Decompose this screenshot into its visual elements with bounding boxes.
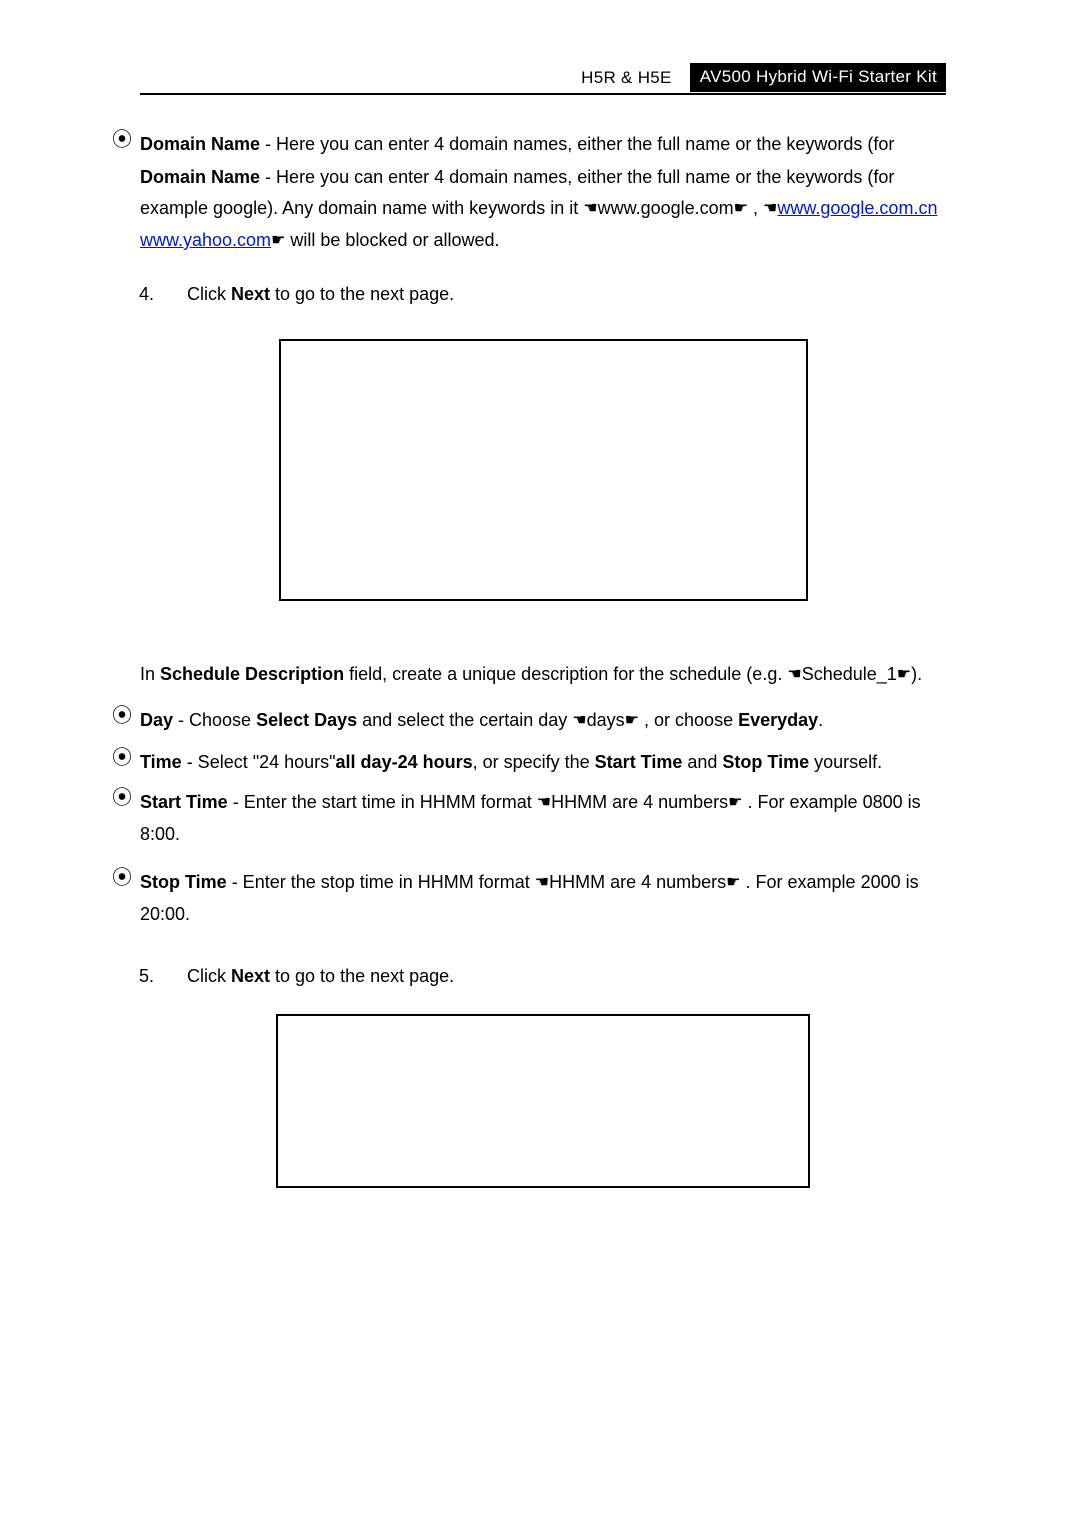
link-www-yahoo-com[interactable]: www.yahoo.com <box>140 230 271 250</box>
link-www-google-com[interactable]: www.google.com.cn <box>777 198 937 218</box>
step-number-5: 5. <box>139 961 154 991</box>
bullet-domain-name-label: Domain Name - Here you can enter 4 domai… <box>140 134 894 154</box>
li-day: Day - Choose Select Days and select the … <box>140 710 823 730</box>
header-model: H5R & H5E <box>581 68 672 92</box>
figure-placeholder-2 <box>276 1014 810 1188</box>
bullet-icon: ⦿ <box>112 129 132 151</box>
li-start-time: Start Time - Enter the start time in HHM… <box>140 792 921 844</box>
step-number-4: 4. <box>139 279 154 309</box>
bullet-domain-name-sentence: Domain Name - Here you can enter 4 domai… <box>140 167 937 218</box>
li-time: Time - Select "24 hours"all day-24 hours… <box>140 752 882 772</box>
bullet-icon: ⦿ <box>112 705 132 727</box>
header-product: AV500 Hybrid Wi-Fi Starter Kit <box>690 63 946 92</box>
bullet-icon: ⦿ <box>112 747 132 769</box>
step-4-text: Click Next to go to the next page. <box>187 279 946 309</box>
li-stop-time: Stop Time - Enter the stop time in HHMM … <box>140 872 919 924</box>
bullet-icon: ⦿ <box>112 787 132 809</box>
step-5-text: Click Next to go to the next page. <box>187 961 946 991</box>
bullet-domain-name-sentence-2: www.yahoo.com☛ will be blocked or allowe… <box>140 230 500 250</box>
bullet-icon: ⦿ <box>112 867 132 889</box>
paragraph-schedule-intro: In Schedule Description field, create a … <box>140 659 946 691</box>
figure-placeholder-1 <box>279 339 808 601</box>
